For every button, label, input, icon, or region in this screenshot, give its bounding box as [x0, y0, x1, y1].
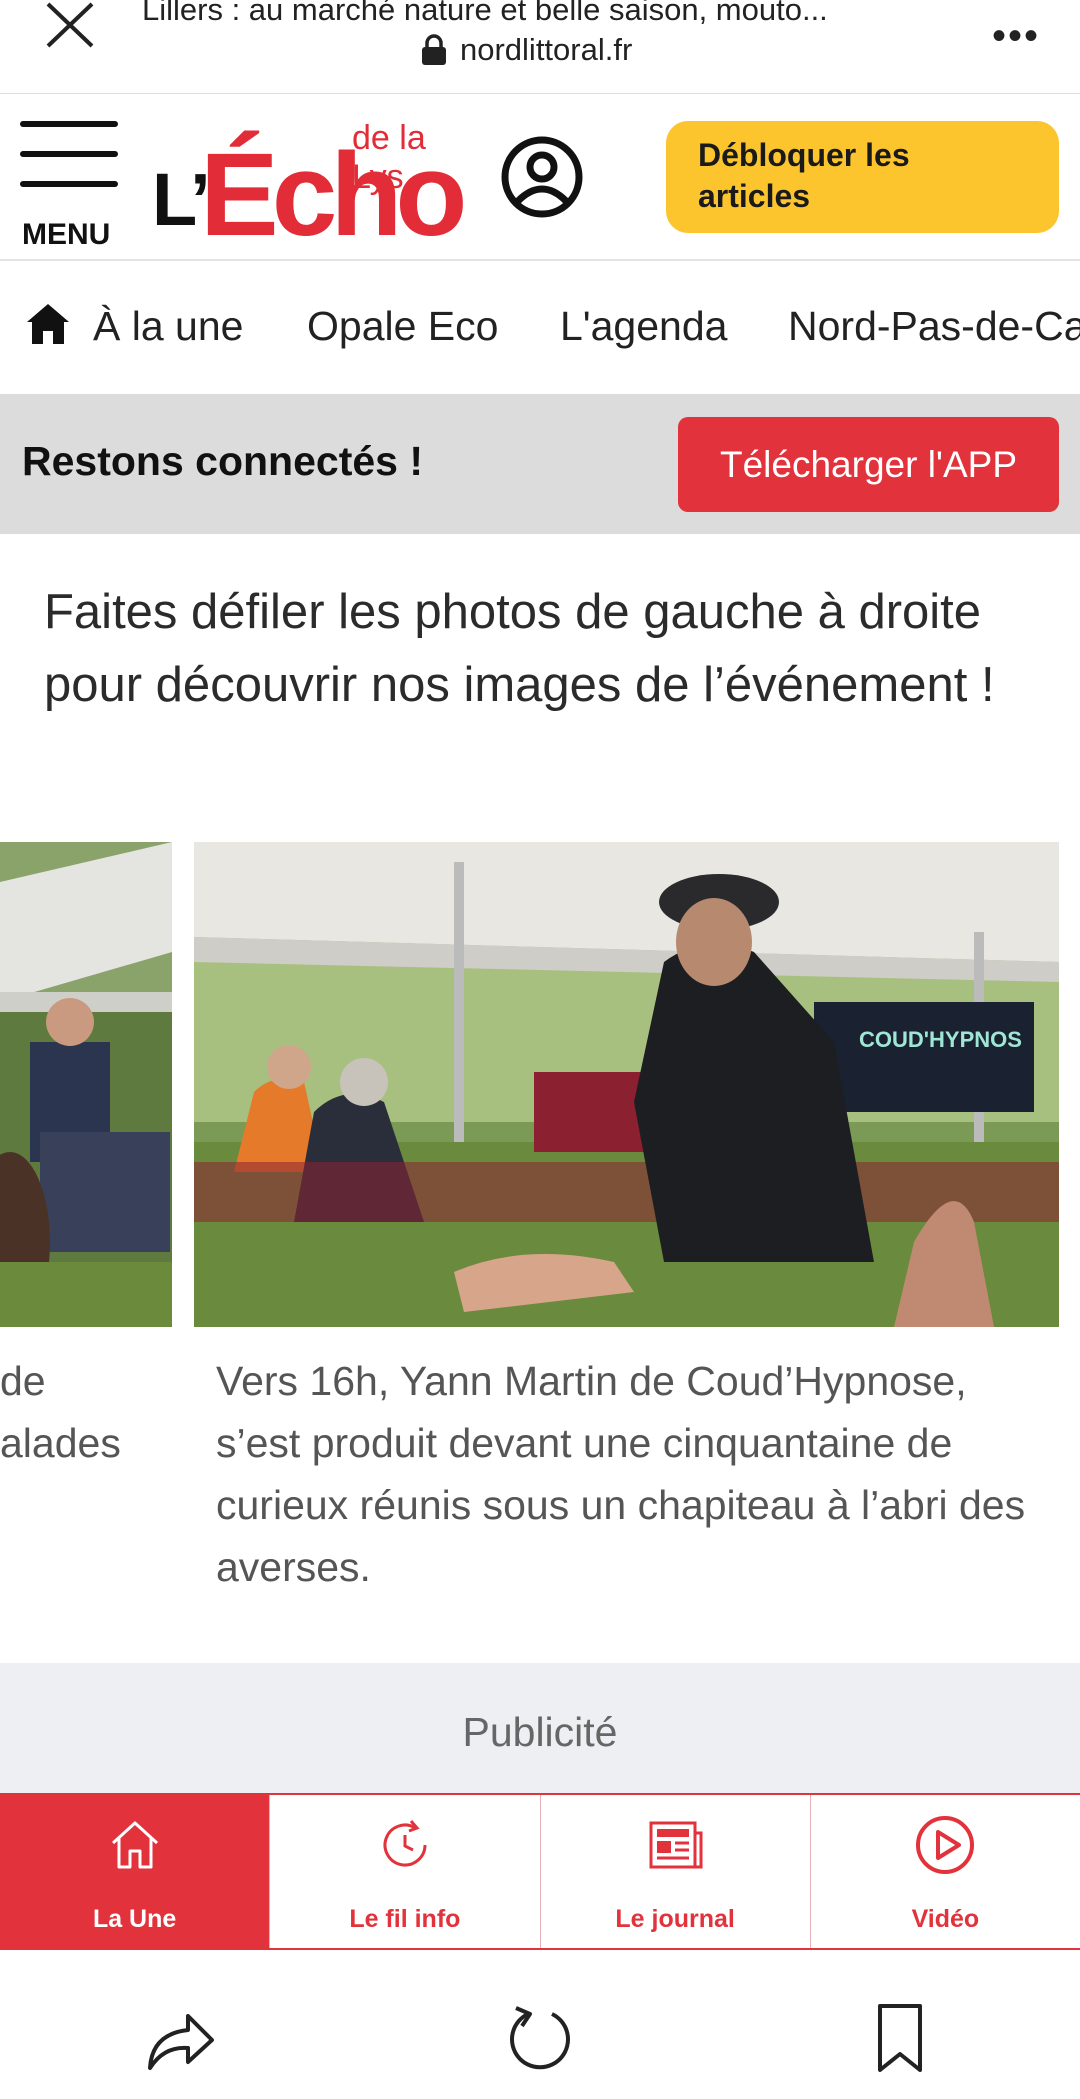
nav-item-a-la-une[interactable]: À la une	[93, 303, 243, 350]
browser-bottom-bar	[0, 1952, 1080, 2099]
account-icon[interactable]	[500, 135, 584, 219]
banner-text: Restons connectés !	[22, 438, 423, 484]
tab-label: Vidéo	[911, 1905, 980, 1933]
hamburger-icon	[20, 121, 118, 127]
section-nav: À la une Opale Eco L'agenda Nord-Pas-de-…	[0, 263, 1080, 393]
share-icon[interactable]	[142, 2000, 218, 2076]
browser-page-title: Lillers : au marché nature et belle sais…	[142, 0, 828, 27]
nav-item-opale-eco[interactable]: Opale Eco	[307, 303, 498, 350]
more-options-icon[interactable]: •••	[992, 14, 1040, 59]
caption-current: Vers 16h, Yann Martin de Coud’Hypnose, s…	[216, 1358, 1026, 1590]
photo-image	[0, 842, 172, 1327]
photo-image: COUD'HYPNOS	[194, 842, 1059, 1327]
download-app-button[interactable]: Télécharger l'APP	[678, 417, 1059, 512]
clock-refresh-icon	[383, 1820, 427, 1867]
tab-journal[interactable]: Le journal	[541, 1795, 811, 1948]
unlock-articles-button[interactable]: Débloquer les articles	[666, 121, 1059, 233]
browser-top-bar: Lillers : au marché nature et belle sais…	[0, 0, 1080, 94]
ad-slot: Publicité	[0, 1663, 1080, 1793]
browser-url[interactable]: nordlittoral.fr	[420, 32, 632, 68]
tab-fil-info[interactable]: Le fil info	[270, 1795, 541, 1948]
caption-previous: de alades	[0, 1350, 172, 1474]
lock-icon	[422, 34, 446, 65]
tab-label: Le fil info	[349, 1905, 461, 1933]
hamburger-icon-bar	[20, 181, 118, 187]
home-icon[interactable]	[25, 301, 71, 347]
gallery-intro: Faites défiler les photos de gauche à dr…	[44, 585, 995, 712]
nav-item-nord-pas-de-calais[interactable]: Nord-Pas-de-Ca	[788, 303, 1080, 350]
ad-label: Publicité	[462, 1709, 618, 1755]
menu-label: MENU	[22, 218, 111, 251]
site-logo[interactable]: L’ Écho de la Lys	[152, 115, 482, 261]
play-circle-icon	[916, 1816, 975, 1874]
tab-label: Le journal	[615, 1905, 735, 1933]
caption-previous-line: alades	[0, 1420, 121, 1466]
tab-video[interactable]: Vidéo	[811, 1795, 1080, 1948]
close-icon[interactable]	[40, 0, 100, 50]
home-outline-icon	[111, 1821, 158, 1869]
reload-icon[interactable]	[502, 2000, 578, 2076]
nav-item-agenda[interactable]: L'agenda	[560, 303, 727, 350]
logo-subtitle: de la Lys	[352, 119, 426, 196]
menu-button[interactable]: MENU	[20, 121, 118, 251]
app-banner: Restons connectés ! Télécharger l'APP	[0, 394, 1080, 534]
gallery-photo-current[interactable]: COUD'HYPNOS	[194, 842, 1059, 1327]
site-header: MENU L’ Écho de la Lys Débloquer les art…	[0, 95, 1080, 261]
gallery-photo-previous[interactable]	[0, 842, 172, 1327]
bookmark-icon[interactable]	[862, 2000, 938, 2076]
browser-url-text: nordlittoral.fr	[460, 32, 633, 67]
newspaper-icon	[649, 1821, 703, 1869]
bottom-tab-bar: La Une Le fil info Le journal Vidéo	[0, 1793, 1080, 1950]
photo-sign-text: COUD'HYPNOS	[859, 1027, 1022, 1052]
tab-label: La Une	[92, 1905, 177, 1933]
hamburger-icon-bar	[20, 151, 118, 157]
caption-previous-line: de	[0, 1358, 46, 1404]
tab-la-une[interactable]: La Une	[0, 1795, 271, 1948]
